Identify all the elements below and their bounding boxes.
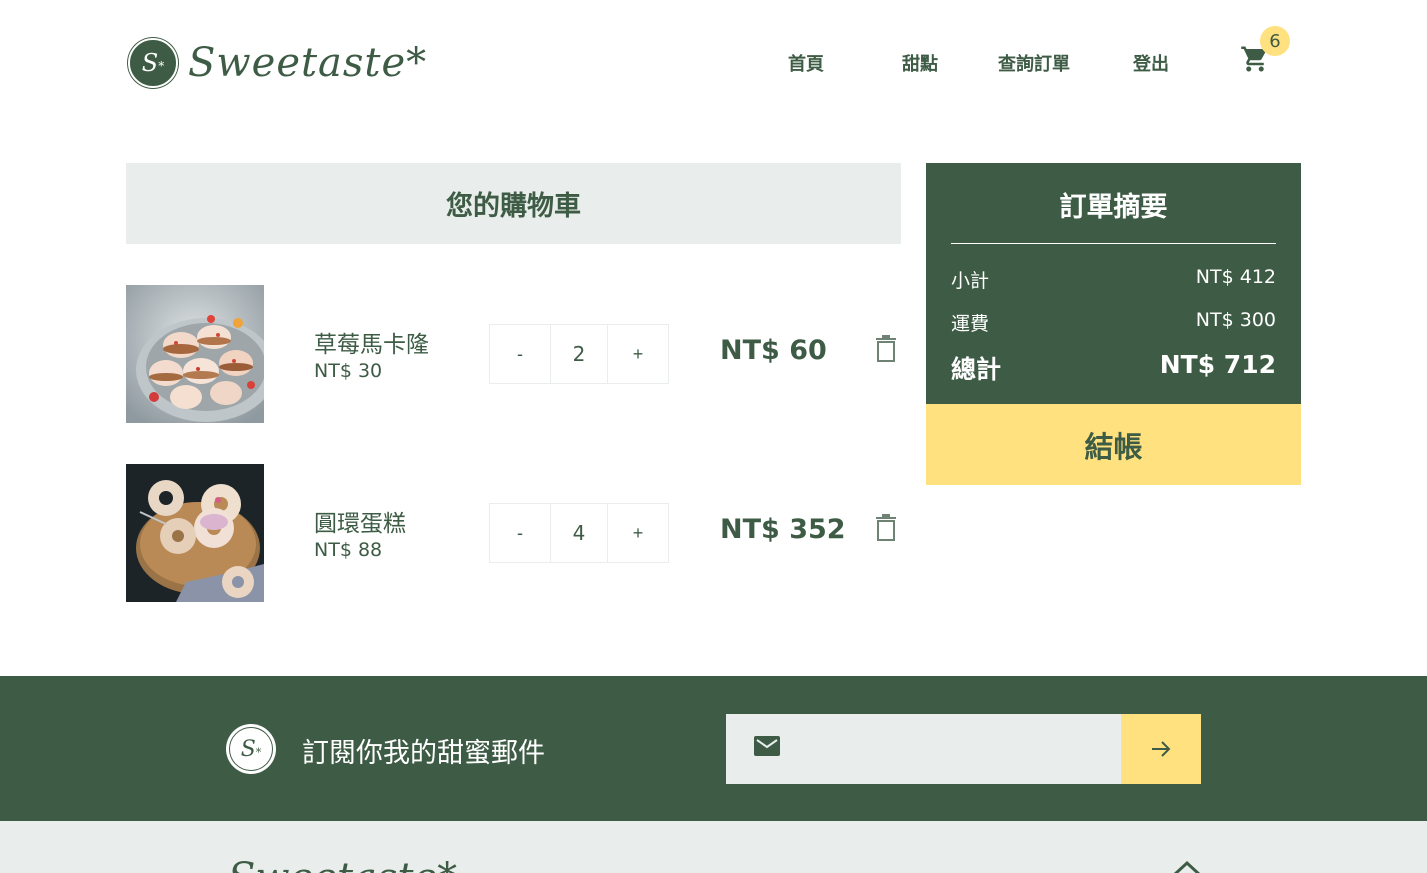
logo-badge: S * bbox=[128, 38, 178, 88]
subscribe-text: 訂閱你我的甜蜜郵件 bbox=[302, 738, 545, 769]
increase-button[interactable]: + bbox=[608, 504, 668, 562]
cart-item: 圓環蛋糕 NT$ 88 - 4 + NT$ 352 bbox=[126, 464, 901, 602]
increase-button[interactable]: + bbox=[608, 325, 668, 383]
quantity-stepper: - 4 + bbox=[489, 503, 669, 563]
mail-icon bbox=[754, 736, 780, 756]
shipping-label: 運費 bbox=[951, 313, 990, 335]
trash-icon bbox=[876, 514, 896, 541]
summary-divider bbox=[951, 243, 1276, 244]
decrease-button[interactable]: - bbox=[490, 504, 550, 562]
item-unit-price: NT$ 88 bbox=[314, 539, 383, 561]
nav-home[interactable]: 首頁 bbox=[788, 50, 824, 76]
footer-brand: Sweetaste* bbox=[228, 855, 457, 873]
footer-icon bbox=[1173, 860, 1201, 873]
site-header: S * Sweetaste* 首頁 甜點 查詢訂單 登出 6 bbox=[0, 0, 1427, 125]
delete-item-button[interactable] bbox=[874, 514, 898, 542]
shipping-value: NT$ 300 bbox=[1195, 309, 1276, 331]
cart-item: 草莓馬卡隆 NT$ 30 - 2 + NT$ 60 bbox=[126, 285, 901, 423]
delete-item-button[interactable] bbox=[874, 335, 898, 363]
subscribe-band: S * 訂閱你我的甜蜜郵件 bbox=[0, 676, 1427, 821]
logo-badge-letter: S bbox=[240, 736, 256, 762]
trash-icon bbox=[876, 335, 896, 362]
quantity-stepper: - 2 + bbox=[489, 324, 669, 384]
item-line-total: NT$ 60 bbox=[720, 335, 827, 366]
logo-badge-inner: S * bbox=[229, 727, 273, 771]
subscribe-submit-button[interactable] bbox=[1121, 714, 1201, 784]
logo-asterisk-icon: * bbox=[255, 745, 262, 759]
nav-logout[interactable]: 登出 bbox=[1133, 50, 1169, 76]
item-line-total: NT$ 352 bbox=[720, 514, 846, 545]
logo-badge-letter: S bbox=[141, 49, 159, 77]
cart-title: 您的購物車 bbox=[126, 163, 901, 244]
subtotal-label: 小計 bbox=[951, 270, 990, 292]
brand-name: Sweetaste* bbox=[188, 40, 428, 86]
subtotal-value: NT$ 412 bbox=[1195, 266, 1276, 288]
item-unit-price: NT$ 30 bbox=[314, 360, 383, 382]
email-field[interactable] bbox=[726, 714, 1121, 784]
quantity-value[interactable]: 4 bbox=[550, 504, 608, 562]
checkout-button[interactable]: 結帳 bbox=[926, 404, 1301, 485]
ring-cake-photo bbox=[126, 464, 264, 602]
nav-desserts[interactable]: 甜點 bbox=[902, 50, 938, 76]
total-value: NT$ 712 bbox=[1159, 350, 1276, 379]
logo-asterisk-icon: * bbox=[158, 59, 165, 73]
site-footer: Sweetaste* bbox=[0, 821, 1427, 873]
quantity-value[interactable]: 2 bbox=[550, 325, 608, 383]
brand-logo[interactable]: S * Sweetaste* bbox=[128, 38, 427, 88]
logo-badge: S * bbox=[226, 724, 276, 774]
cart-count-badge: 6 bbox=[1260, 26, 1290, 56]
total-label: 總計 bbox=[951, 355, 1002, 384]
macaron-photo bbox=[126, 285, 264, 423]
decrease-button[interactable]: - bbox=[490, 325, 550, 383]
order-summary: 訂單摘要 小計 NT$ 412 運費 NT$ 300 總計 NT$ 712 bbox=[926, 163, 1301, 404]
item-name: 圓環蛋糕 bbox=[314, 511, 406, 537]
nav-order-lookup[interactable]: 查詢訂單 bbox=[998, 50, 1070, 76]
summary-title: 訂單摘要 bbox=[1059, 192, 1168, 223]
item-name: 草莓馬卡隆 bbox=[314, 332, 429, 358]
arrow-right-icon bbox=[1152, 741, 1171, 757]
